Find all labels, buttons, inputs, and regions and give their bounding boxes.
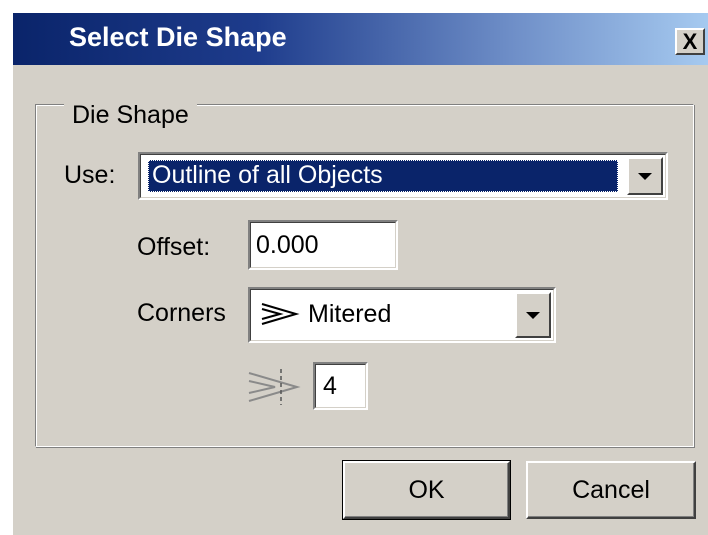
chevron-down-icon: [526, 311, 540, 319]
ok-button[interactable]: OK: [342, 460, 511, 520]
select-die-shape-dialog: Select Die Shape X Die Shape Use: Outlin…: [12, 12, 708, 535]
offset-label: Offset:: [137, 233, 211, 261]
dialog-title: Select Die Shape: [69, 22, 287, 52]
use-label: Use:: [64, 161, 116, 189]
corners-dropdown-button[interactable]: [515, 292, 551, 338]
offset-input[interactable]: 0.000: [248, 220, 398, 270]
corners-combobox[interactable]: Mitered: [248, 287, 556, 343]
mitered-corner-icon: [258, 301, 302, 329]
close-button[interactable]: X: [675, 28, 705, 55]
miter-limit-input[interactable]: 4: [313, 362, 368, 410]
die-shape-group-label: Die Shape: [64, 101, 197, 129]
cancel-button[interactable]: Cancel: [526, 461, 696, 519]
use-combobox[interactable]: Outline of all Objects: [138, 152, 668, 200]
use-selected-value: Outline of all Objects: [148, 160, 618, 192]
close-icon: X: [682, 28, 698, 54]
miter-limit-icon: [245, 367, 305, 407]
use-dropdown-button[interactable]: [627, 157, 663, 195]
title-bar[interactable]: Select Die Shape X: [13, 13, 708, 65]
chevron-down-icon: [638, 172, 652, 180]
miter-limit-value: 4: [323, 372, 337, 400]
corners-label: Corners: [137, 299, 226, 327]
offset-value: 0.000: [256, 231, 319, 259]
corners-selected-value: Mitered: [308, 300, 392, 328]
